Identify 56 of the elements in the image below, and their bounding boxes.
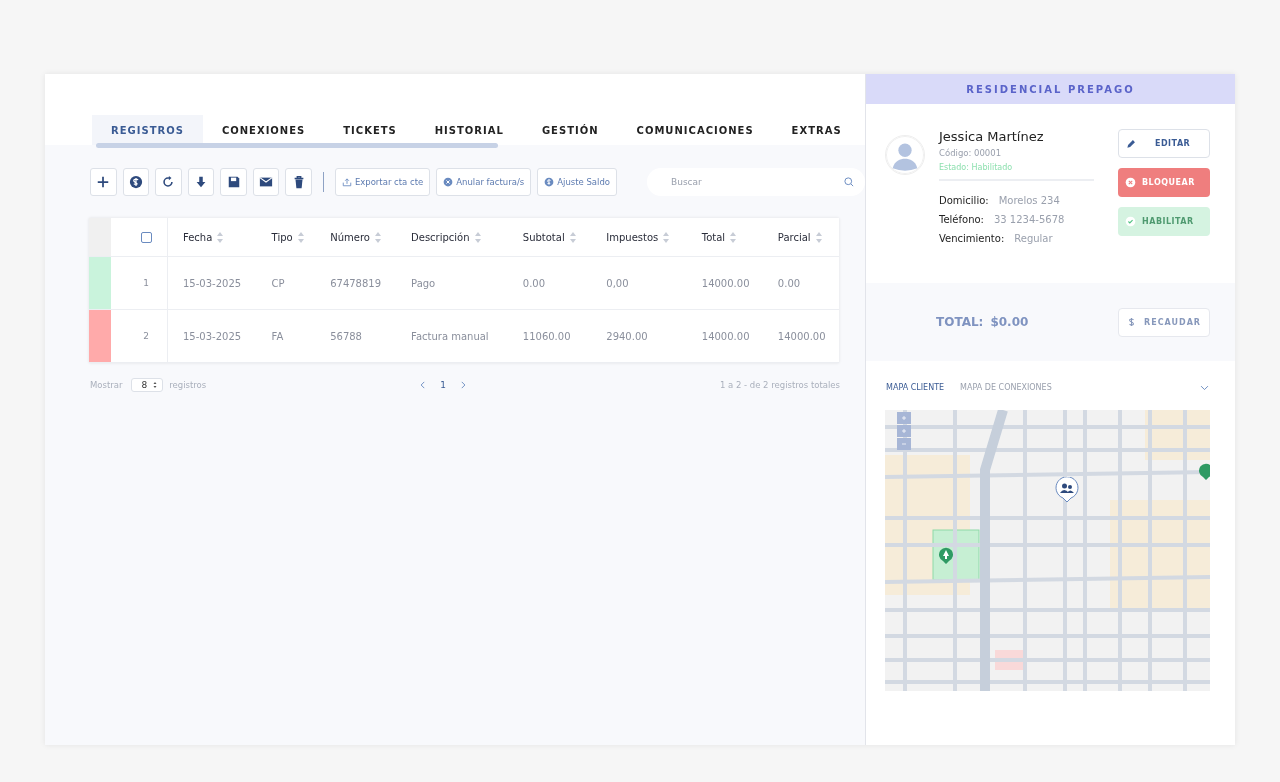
table-cell: 11060.00: [522, 330, 571, 342]
records-label: registros: [169, 380, 207, 390]
total-value: $0.00: [990, 315, 1029, 329]
column-header: Parcial: [777, 231, 811, 243]
column-header: Total: [701, 231, 726, 243]
edit-button[interactable]: EDITAR: [1118, 129, 1210, 158]
table-cell: 14000.00: [701, 277, 750, 289]
table-cell: 15-03-2025: [183, 330, 242, 342]
table-cell: 56788: [330, 330, 362, 342]
column-header: Subtotal: [522, 231, 565, 243]
map-tab[interactable]: MAPA CLIENTE: [886, 382, 945, 392]
tab[interactable]: HISTORIAL: [415, 115, 523, 145]
page-size-select[interactable]: 8: [130, 378, 164, 392]
field-value: Regular: [1014, 233, 1053, 244]
row-number: 2: [143, 331, 149, 341]
table-cell: Factura manual: [411, 330, 489, 342]
client-name: Jessica Martínez: [939, 129, 1045, 144]
field-value: Morelos 234: [998, 195, 1060, 206]
field-label: Vencimiento:: [939, 233, 1005, 244]
table-cell: Pago: [411, 277, 436, 289]
show-label: Mostrar: [90, 380, 123, 390]
tab[interactable]: GESTIÓN: [522, 115, 618, 145]
field-value: 33 1234-5678: [993, 214, 1065, 225]
column-header: Descripción: [411, 231, 470, 243]
tab[interactable]: REGISTROS: [92, 115, 203, 145]
toolbar-button[interactable]: Ajuste Saldo: [537, 168, 618, 196]
table-cell: 0.00: [522, 277, 546, 289]
table-cell: 2940.00: [606, 330, 648, 342]
table-cell: 14000.00: [701, 330, 750, 342]
column-header: Tipo: [271, 231, 293, 243]
toolbar-button[interactable]: Exportar cta cte: [334, 168, 431, 196]
table-cell: FA: [271, 330, 284, 342]
records-summary: 1 a 2 - de 2 registros totales: [719, 380, 840, 390]
client-code: Código: 00001: [939, 148, 1003, 158]
column-header: Fecha: [183, 231, 213, 243]
search-field[interactable]: Buscar: [647, 168, 866, 196]
field-label: Domicilio:: [939, 195, 989, 206]
table-cell: 15-03-2025: [183, 277, 242, 289]
table-cell: 14000.00: [777, 330, 826, 342]
column-header: Impuestos: [606, 231, 659, 243]
plan-banner: RESIDENCIAL PREPAGO: [866, 74, 1235, 104]
row-number: 1: [143, 278, 149, 288]
total-label: TOTAL:: [936, 315, 984, 329]
page-link[interactable]: 1: [440, 380, 446, 390]
table-cell: CP: [271, 277, 285, 289]
client-status: Estado: Habilitado: [939, 163, 1094, 181]
table-cell: 67478819: [330, 277, 382, 289]
tab[interactable]: CONEXIONES: [202, 115, 325, 145]
tab[interactable]: TICKETS: [324, 115, 416, 145]
tab[interactable]: COMUNICACIONES: [617, 115, 773, 145]
table-cell: 0.00: [777, 277, 801, 289]
toolbar-button[interactable]: Anular factura/s: [436, 168, 532, 196]
column-header: Número: [330, 231, 370, 243]
tab[interactable]: EXTRAS: [772, 115, 861, 145]
field-label: Teléfono:: [939, 214, 984, 225]
table-cell: 0,00: [606, 277, 629, 289]
